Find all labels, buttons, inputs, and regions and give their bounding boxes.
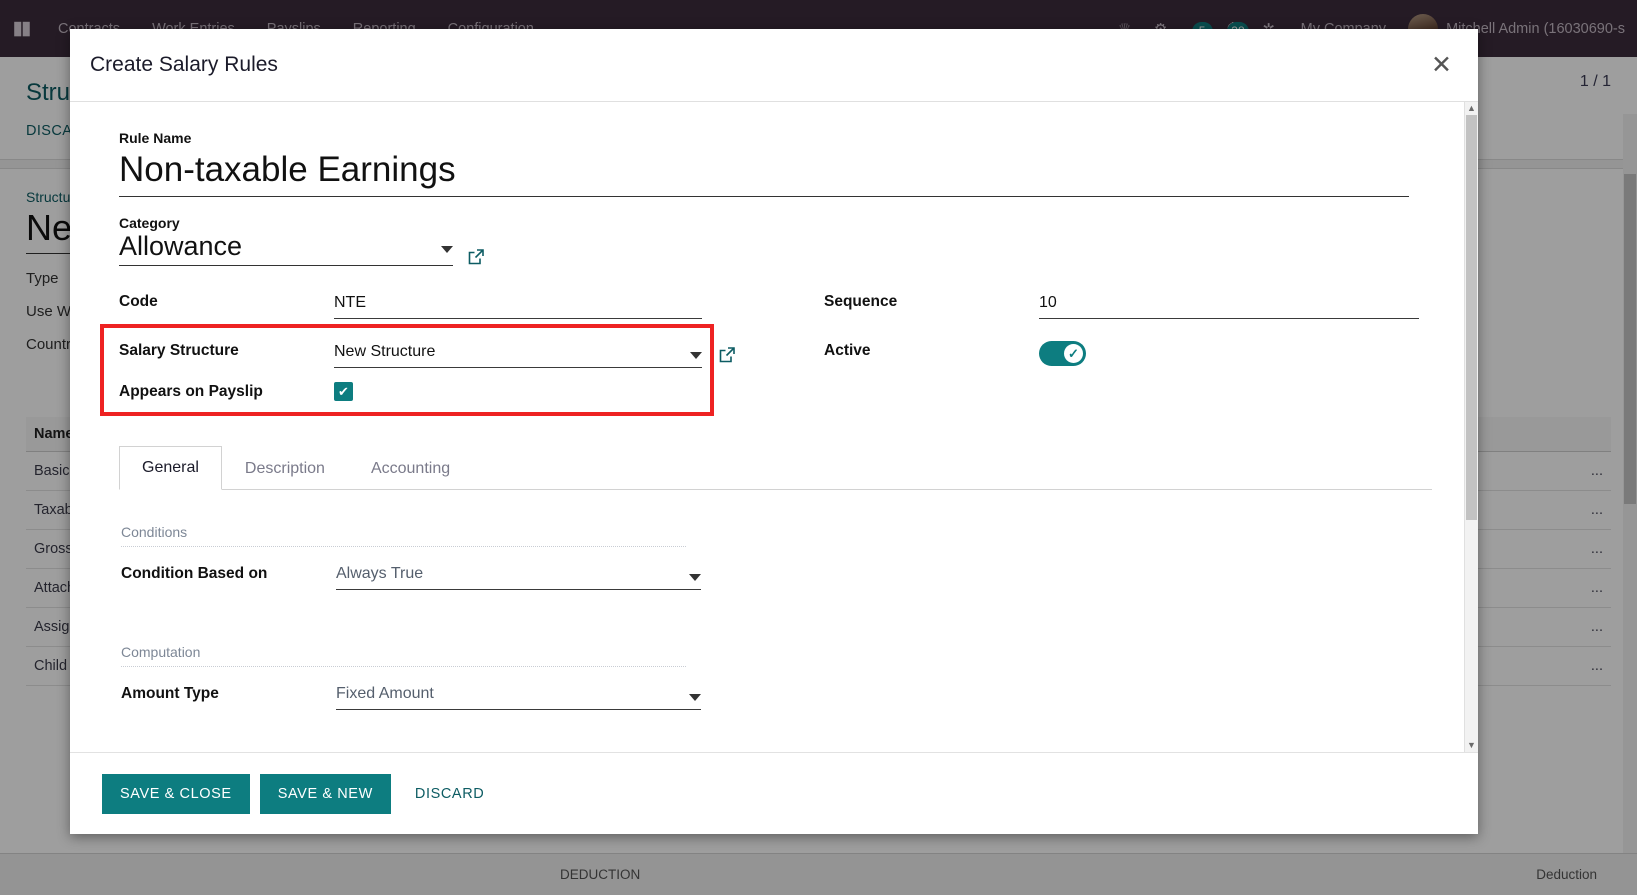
dialog-scrollbar[interactable]: ▲ ▼ — [1464, 102, 1478, 752]
amount-type-select[interactable] — [336, 683, 701, 710]
code-input[interactable] — [334, 292, 702, 319]
tab-accounting[interactable]: Accounting — [348, 446, 473, 490]
close-icon[interactable]: ✕ — [1431, 52, 1452, 78]
tab-description[interactable]: Description — [222, 446, 348, 490]
save-and-new-button[interactable]: SAVE & NEW — [259, 773, 391, 814]
check-circle-icon: ✓ — [1064, 344, 1083, 363]
dialog-body: Rule Name Category — [70, 102, 1478, 752]
external-link-icon[interactable] — [467, 248, 485, 266]
code-label: Code — [119, 293, 158, 310]
external-link-icon[interactable] — [718, 346, 736, 364]
left-column: Code Salary Structure — [119, 278, 774, 368]
dialog-footer: SAVE & CLOSE SAVE & NEW DISCARD — [70, 752, 1478, 834]
salary-structure-label: Salary Structure — [119, 342, 239, 359]
right-column: Sequence Active ✓ — [774, 278, 1432, 368]
check-icon: ✔ — [338, 383, 349, 399]
appears-on-payslip-label: Appears on Payslip — [119, 382, 263, 400]
dialog-scrollbar-thumb[interactable] — [1466, 115, 1477, 520]
computation-group-title: Computation — [121, 644, 686, 667]
category-select[interactable] — [119, 231, 453, 266]
code-field-row: Code — [119, 278, 774, 319]
rule-name-input[interactable] — [119, 146, 1409, 197]
active-toggle[interactable]: ✓ — [1039, 341, 1086, 366]
chevron-down-icon[interactable] — [441, 246, 453, 253]
conditions-group-title: Conditions — [121, 524, 686, 547]
scroll-up-arrow[interactable]: ▲ — [1465, 102, 1478, 115]
appears-on-payslip-checkbox[interactable]: ✔ — [334, 382, 353, 401]
appears-on-payslip-row: Appears on Payslip ✔ — [119, 382, 1432, 401]
discard-button[interactable]: DISCARD — [401, 774, 498, 814]
chevron-down-icon[interactable] — [690, 352, 702, 359]
save-and-close-button[interactable]: SAVE & CLOSE — [102, 773, 250, 814]
active-field-row: Active ✓ — [824, 327, 1432, 368]
condition-based-on-value[interactable] — [336, 563, 689, 589]
active-label: Active — [824, 342, 871, 359]
amount-type-row: Amount Type — [121, 683, 1430, 710]
create-salary-rules-dialog: Create Salary Rules ✕ Rule Name Category — [70, 29, 1478, 834]
tab-general[interactable]: General — [119, 446, 222, 490]
amount-type-value[interactable] — [336, 683, 689, 709]
condition-based-on-select[interactable] — [336, 563, 701, 590]
rule-name-label: Rule Name — [119, 130, 192, 146]
sequence-field-row: Sequence — [824, 278, 1432, 319]
chevron-down-icon[interactable] — [689, 574, 701, 581]
amount-type-label: Amount Type — [121, 685, 219, 702]
salary-structure-value[interactable] — [334, 341, 690, 367]
scroll-down-arrow[interactable]: ▼ — [1465, 739, 1478, 752]
category-label: Category — [119, 215, 180, 231]
general-tab-pane: Conditions Condition Based on Computatio… — [119, 490, 1432, 710]
salary-structure-select[interactable] — [334, 341, 702, 368]
sequence-input[interactable] — [1039, 292, 1419, 319]
salary-structure-field-row: Salary Structure — [119, 327, 774, 368]
condition-based-on-label: Condition Based on — [121, 565, 268, 582]
dialog-title: Create Salary Rules — [90, 53, 278, 76]
chevron-down-icon[interactable] — [689, 694, 701, 701]
condition-based-on-row: Condition Based on — [121, 563, 1430, 590]
category-value[interactable] — [119, 231, 441, 262]
sequence-label: Sequence — [824, 293, 898, 310]
rule-name-group: Rule Name — [119, 130, 1432, 197]
category-group: Category — [119, 215, 1432, 266]
dialog-header: Create Salary Rules ✕ — [70, 29, 1478, 102]
tab-bar: General Description Accounting — [119, 445, 1432, 490]
two-column-fields: Code Salary Structure — [119, 278, 1432, 368]
